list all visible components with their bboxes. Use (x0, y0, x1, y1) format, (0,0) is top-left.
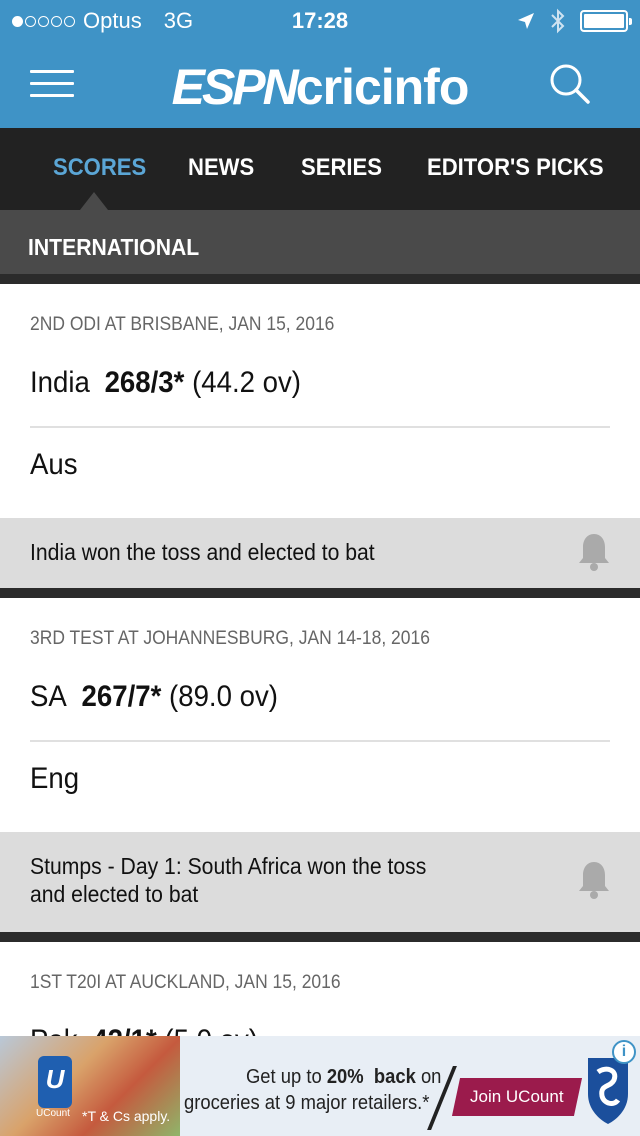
match-status-text: Stumps - Day 1: South Africa won the tos… (30, 853, 427, 907)
match-status-band: India won the toss and elected to bat (0, 518, 640, 588)
active-tab-indicator (80, 192, 108, 210)
search-button[interactable] (548, 62, 592, 106)
team-row: India 268/3* (44.2 ov) (30, 366, 301, 400)
match-title: 2ND ODI AT BRISBANE, JAN 15, 2016 (30, 314, 335, 335)
row-divider (30, 426, 610, 428)
app-header: ESPNcricinfo (0, 40, 640, 128)
ad-banner[interactable]: U UCount *T & Cs apply. Get up to 20% ba… (0, 1036, 640, 1136)
team-name: SA (30, 680, 67, 713)
match-status-band: Stumps - Day 1: South Africa won the tos… (0, 832, 640, 932)
bell-icon[interactable] (576, 860, 612, 902)
ad-copy-line1: Get up to 20% back on (246, 1066, 442, 1088)
team-row: SA 267/7* (89.0 ov) (30, 680, 278, 714)
team-name: India (30, 366, 90, 399)
ucount-logo: U (38, 1056, 72, 1108)
section-title: INTERNATIONAL (28, 234, 200, 260)
status-bar: Optus 3G 17:28 (0, 0, 640, 40)
team-score: 267/7* (81, 680, 162, 713)
team-row: Eng (30, 762, 79, 796)
ucount-logo-label: UCount (36, 1108, 70, 1119)
tab-editors-picks[interactable]: EDITOR'S PICKS (427, 154, 604, 182)
section-divider (0, 274, 640, 284)
tab-series[interactable]: SERIES (301, 154, 382, 182)
search-icon (550, 64, 590, 104)
ad-terms: *T & Cs apply. (82, 1108, 171, 1124)
location-arrow-icon (518, 13, 534, 29)
espncricinfo-logo: ESPNcricinfo (0, 58, 640, 116)
section-header: INTERNATIONAL (0, 210, 640, 274)
team-name: Aus (30, 448, 78, 481)
match-card[interactable]: 3RD TEST AT JOHANNESBURG, JAN 14-18, 201… (0, 598, 640, 932)
team-row: Aus (30, 448, 78, 482)
ad-copy-line2: groceries at 9 major retailers.* (184, 1092, 430, 1114)
team-overs: (89.0 ov) (169, 680, 278, 713)
team-score: 268/3* (104, 366, 185, 399)
bluetooth-icon (551, 8, 565, 34)
team-name: Eng (30, 762, 80, 795)
status-right (516, 8, 632, 34)
match-card[interactable]: 2ND ODI AT BRISBANE, JAN 15, 2016 India 2… (0, 284, 640, 588)
tab-scores[interactable]: SCORES (53, 154, 146, 182)
row-divider (30, 740, 610, 742)
match-status-text: India won the toss and elected to bat (30, 539, 375, 565)
battery-icon (580, 10, 632, 32)
logo-espn: ESPN (171, 59, 299, 115)
logo-cricinfo: cricinfo (295, 59, 470, 115)
bell-icon[interactable] (576, 532, 612, 574)
join-ucount-button[interactable]: Join UCount (451, 1078, 583, 1116)
match-title: 1ST T20I AT AUCKLAND, JAN 15, 2016 (30, 972, 341, 993)
match-title: 3RD TEST AT JOHANNESBURG, JAN 14-18, 201… (30, 628, 430, 649)
tab-news[interactable]: NEWS (188, 154, 254, 182)
info-icon[interactable]: i (612, 1040, 636, 1064)
team-overs: (44.2 ov) (192, 366, 301, 399)
